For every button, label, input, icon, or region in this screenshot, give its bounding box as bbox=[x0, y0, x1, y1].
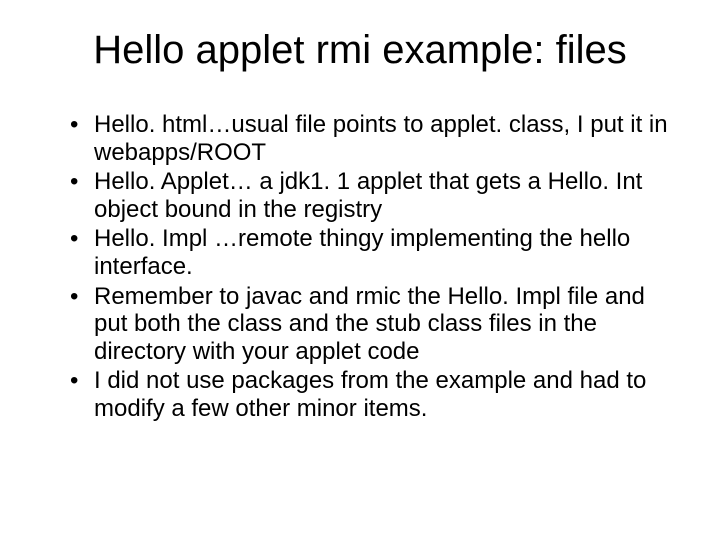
list-item: Hello. Applet… a jdk1. 1 applet that get… bbox=[70, 168, 680, 223]
list-item: Hello. html…usual file points to applet.… bbox=[70, 111, 680, 166]
slide-title: Hello applet rmi example: files bbox=[40, 28, 680, 73]
bullet-list: Hello. html…usual file points to applet.… bbox=[40, 111, 680, 423]
slide-container: Hello applet rmi example: files Hello. h… bbox=[0, 0, 720, 540]
list-item: Remember to javac and rmic the Hello. Im… bbox=[70, 283, 680, 366]
list-item: I did not use packages from the example … bbox=[70, 367, 680, 422]
list-item: Hello. Impl …remote thingy implementing … bbox=[70, 225, 680, 280]
